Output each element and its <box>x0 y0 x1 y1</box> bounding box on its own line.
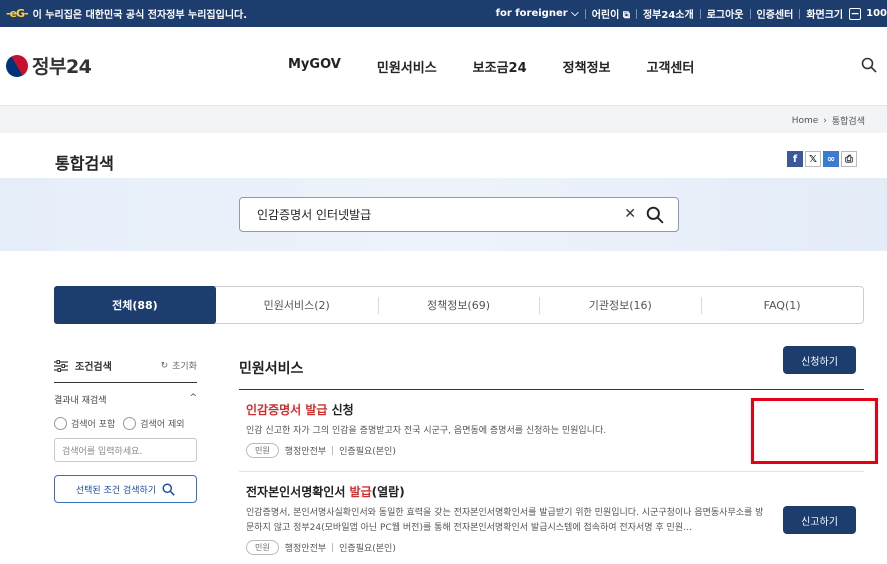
category-badge: 민원 <box>246 443 279 458</box>
share-tools: f 𝕏 ∞ ⎙ <box>787 151 857 167</box>
section-title: 민원서비스 <box>239 358 864 390</box>
apply-button[interactable]: 신청하기 <box>783 346 856 374</box>
print-icon[interactable]: ⎙ <box>841 151 857 167</box>
search-icon <box>162 482 175 496</box>
report-button[interactable]: 신고하기 <box>783 506 856 534</box>
for-foreigner-link[interactable]: for foreigner ⌵ <box>490 8 585 19</box>
exclude-keyword-radio[interactable]: 검색어 제외 <box>123 417 185 430</box>
re-search-toggle[interactable]: 결과내 재검색 ^ <box>54 393 197 406</box>
chevron-up-icon: ^ <box>189 393 197 403</box>
highlight-frame <box>751 398 878 464</box>
keyword-mode: 검색어 포함 검색어 제외 <box>54 417 197 430</box>
search-input[interactable] <box>257 207 617 222</box>
chevron-right-icon: › <box>823 115 827 126</box>
list-item: 전자본인서명확인서 발급(열람) 인감증명서, 본인서명사실확인서와 동일한 효… <box>239 472 864 564</box>
sliders-icon <box>54 359 68 372</box>
reset-button[interactable]: ↻ 초기화 <box>160 359 197 373</box>
nav-subsidy24[interactable]: 보조금24 <box>473 57 527 76</box>
clear-icon[interactable]: ✕ <box>624 206 636 222</box>
tab-policy-info[interactable]: 정책정보(69) <box>377 287 540 323</box>
result-meta: 민원 행정안전부 인증필요(본인) <box>246 540 864 555</box>
filter-sidebar: 조건검색 ↻ 초기화 결과내 재검색 ^ 검색어 포함 검색어 제외 검색어를 … <box>54 358 197 503</box>
result-title[interactable]: 전자본인서명확인서 발급(열람) <box>246 483 864 500</box>
search-icon[interactable] <box>646 206 664 224</box>
about-gov24-link[interactable]: 정부24소개 <box>637 6 700 21</box>
nav-customer-center[interactable]: 고객센터 <box>647 57 695 76</box>
breadcrumb-current: 통합검색 <box>831 117 865 127</box>
apply-filter-button[interactable]: 선택된 조건 검색하기 <box>54 475 197 503</box>
tab-all[interactable]: 전체(88) <box>54 286 216 324</box>
breadcrumb-home[interactable]: Home <box>792 116 819 126</box>
main-nav: MyGOV 민원서비스 보조금24 정책정보 고객센터 <box>288 57 730 76</box>
agency: 행정안전부 <box>284 544 327 554</box>
filter-label: 조건검색 <box>54 358 112 373</box>
auth-required: 인증필요(본인) <box>339 447 396 457</box>
logout-link[interactable]: 로그아웃 <box>701 6 750 21</box>
x-twitter-icon[interactable]: 𝕏 <box>805 151 821 167</box>
gov-notice[interactable]: 이 누리집은 대한민국 공식 전자정부 누리집입니다. <box>33 6 247 21</box>
nav-policy-info[interactable]: 정책정보 <box>563 57 611 76</box>
gov24-logo[interactable]: 정부24 <box>1 50 92 81</box>
auth-required: 인증필요(본인) <box>339 544 396 554</box>
kids-link[interactable]: 어린이 ⧉ <box>586 6 636 21</box>
screen-size-label: 화면크기 <box>806 10 844 21</box>
tab-civil-services[interactable]: 민원서비스(2) <box>216 287 378 323</box>
nav-civil-services[interactable]: 민원서비스 <box>377 57 437 76</box>
zoom-level: 100 <box>866 8 887 19</box>
tab-agency-info[interactable]: 기관정보(16) <box>539 287 701 323</box>
include-keyword-radio[interactable]: 검색어 포함 <box>54 417 115 430</box>
search-box: ✕ <box>239 197 679 232</box>
search-icon[interactable] <box>861 57 877 73</box>
breadcrumb: Home › 통합검색 <box>792 114 865 128</box>
taegeuk-logo-icon <box>1 50 33 81</box>
nav-mygov[interactable]: MyGOV <box>288 57 341 76</box>
gov-mark-icon: -eG- <box>6 7 29 20</box>
link-copy-icon[interactable]: ∞ <box>823 151 839 167</box>
facebook-icon[interactable]: f <box>787 151 803 167</box>
tab-faq[interactable]: FAQ(1) <box>701 287 863 323</box>
government-banner: -eG- 이 누리집은 대한민국 공식 전자정부 누리집입니다. for for… <box>0 0 887 27</box>
page-title: 통합검색 <box>55 154 114 173</box>
site-header: 정부24 MyGOV 민원서비스 보조금24 정책정보 고객센터 <box>0 27 887 105</box>
zoom-out-button[interactable]: − <box>849 7 862 20</box>
breadcrumb-bar: Home › 통합검색 <box>0 105 887 133</box>
result-description: 인감 신고한 자가 그의 인감을 증명받고자 전국 시군구, 읍면동에 증명서를… <box>246 426 607 436</box>
category-badge: 민원 <box>246 540 279 555</box>
agency: 행정안전부 <box>284 447 327 457</box>
refresh-icon: ↻ <box>160 360 169 371</box>
cert-center-link[interactable]: 인증센터 <box>751 6 800 21</box>
result-description: 인감증명서, 본인서명사실확인서와 동일한 효력을 갖는 전자본인서명확인서를 … <box>246 508 764 533</box>
re-search-input[interactable]: 검색어를 입력하세요. <box>54 438 197 462</box>
result-tabs: 전체(88) 민원서비스(2) 정책정보(69) 기관정보(16) FAQ(1) <box>54 286 864 324</box>
